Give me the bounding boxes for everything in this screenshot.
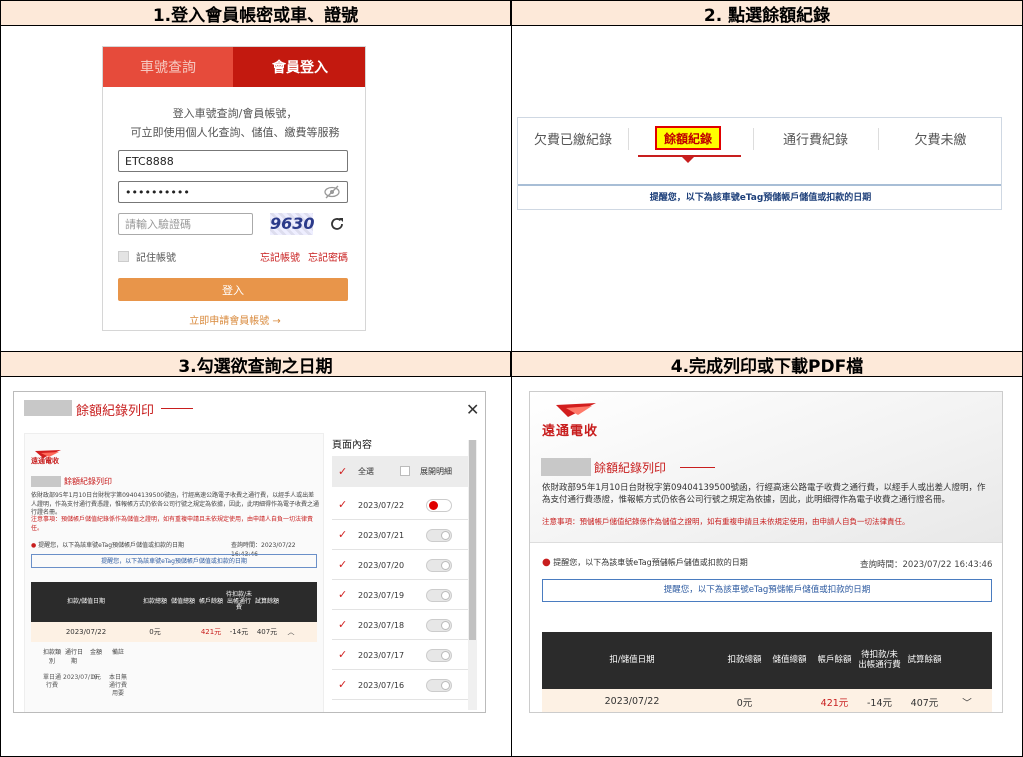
preview-blue-notice: 提醒您，以下為該車號eTag預儲帳戶儲值或扣款的日期 xyxy=(31,554,317,568)
final-table-header: 扣/儲值日期 扣款總額 儲值總額 帳戶餘額 待扣款/未出帳通行費 試算餘額 xyxy=(542,632,992,689)
chevron-up-icon[interactable]: ︿ xyxy=(281,627,301,637)
select-all-checkbox[interactable]: ✓ xyxy=(338,466,350,478)
eye-hidden-icon[interactable] xyxy=(323,185,341,202)
panel-scrollbar[interactable] xyxy=(468,440,477,710)
refresh-icon[interactable] xyxy=(329,216,345,236)
step-4-title: 4.完成列印或下載PDF檔 xyxy=(511,351,1023,377)
preview-heading: 餘額紀錄列印 xyxy=(64,477,112,486)
tab-unpaid-arrears[interactable]: 欠費未繳 xyxy=(878,118,1001,158)
preview-sub-row: 單日通行費 2023/07/19 0元 本日無通行費用要 xyxy=(42,674,127,697)
final-logo-text: 遠通電收 xyxy=(542,424,599,439)
close-icon[interactable]: ✕ xyxy=(466,400,479,419)
select-options-bar: ✓ 全選 展開明細 xyxy=(332,456,468,487)
tab-paid-arrears[interactable]: 欠費已繳紀錄 xyxy=(518,118,628,158)
records-notice: 提醒您，以下為該車號eTag預儲帳戶儲值或扣款的日期 xyxy=(649,193,872,203)
preview-table-row: 2023/07/22 0元 421元 -14元 407元 ︿ xyxy=(31,622,317,642)
expand-detail-label: 展開明細 xyxy=(420,467,452,476)
dialog-title: 餘額紀錄列印 xyxy=(76,404,155,419)
login-intro: 登入車號查詢/會員帳號， 可立即使用個人化查詢、儲值、繳費等服務 xyxy=(130,107,340,139)
step-2-title: 2. 點選餘額紀錄 xyxy=(511,0,1023,26)
company-logo-icon xyxy=(554,402,598,422)
preview-logo-text: 遠通電收 xyxy=(31,457,59,465)
select-all-label: 全選 xyxy=(358,467,374,476)
step-1-title: 1.登入會員帳密或車、證號 xyxy=(0,0,511,26)
login-card: 車號查詢 會員登入 登入車號查詢/會員帳號， 可立即使用個人化查詢、儲值、繳費等… xyxy=(102,46,366,331)
preview-table-header: 扣款/儲值日期 扣款總額 儲值總額 帳戶餘額 待扣款/未出帳通行費 試算餘額 xyxy=(31,582,317,622)
date-row-5[interactable]: ✓ 2023/07/17 xyxy=(332,640,468,670)
forgot-password-link[interactable]: 忘記密碼 xyxy=(308,249,348,264)
expand-detail-checkbox[interactable] xyxy=(400,466,410,476)
final-law-text: 依財政部95年1月10日台財稅字第09404139500號函，行經高速公路電子收… xyxy=(542,483,986,506)
active-tab-caret-icon xyxy=(682,157,694,163)
date-row-4[interactable]: ✓ 2023/07/18 xyxy=(332,610,468,640)
preview-reminder: ● 提醒您，以下為該車號eTag預儲帳戶儲值或扣款的日期 xyxy=(31,542,185,549)
final-blue-notice: 提醒您，以下為該車號eTag預儲帳戶儲值或扣款的日期 xyxy=(542,579,992,602)
alert-icon: ● xyxy=(542,557,551,568)
captcha-image: 9630 xyxy=(270,213,315,235)
tab-plate-query[interactable]: 車號查詢 xyxy=(103,47,233,87)
date-row-6[interactable]: ✓ 2023/07/16 xyxy=(332,670,468,700)
date-row-1[interactable]: ✓ 2023/07/21 xyxy=(332,520,468,550)
login-button[interactable]: 登入 xyxy=(118,278,348,301)
records-tab-bar: 欠費已繳紀錄 餘額紀錄 通行費紀錄 欠費未繳 提醒您，以下為該車號eTag預儲帳… xyxy=(517,117,1002,210)
preview-notice-note: 注意事項：預儲帳戶儲值紀錄係作為儲值之證明，如有重複申請且未依規定使用，由申請人… xyxy=(31,516,314,532)
chevron-down-icon[interactable]: ﹀ xyxy=(947,695,987,709)
tab-member-login[interactable]: 會員登入 xyxy=(233,47,365,87)
forgot-account-link[interactable]: 忘記帳號 xyxy=(260,249,300,264)
date-row-2[interactable]: ✓ 2023/07/20 xyxy=(332,550,468,580)
preview-law-text: 依財政部95年1月10日台財稅字第09404139500號函，行經高速公路電子收… xyxy=(31,492,320,517)
date-row-3[interactable]: ✓ 2023/07/19 xyxy=(332,580,468,610)
final-heading: 餘額紀錄列印 xyxy=(594,461,667,475)
panel-title: 頁面內容 xyxy=(332,440,372,451)
final-reminder: ● 提醒您，以下為該車號eTag預儲帳戶儲值或扣款的日期 xyxy=(542,557,748,568)
tab-toll-record[interactable]: 通行費紀錄 xyxy=(753,118,878,158)
redacted-block xyxy=(541,458,591,476)
final-query-time: 查詢時間：2023/07/22 16:43:46 xyxy=(860,560,993,570)
remember-label: 記住帳號 xyxy=(136,253,176,264)
date-row-0[interactable]: ✓ 2023/07/22 xyxy=(332,490,468,520)
final-document: 遠通電收 餘額紀錄列印 依財政部95年1月10日台財稅字第09404139500… xyxy=(529,391,1003,713)
date-list: ✓ 2023/07/22 ✓ 2023/07/21 ✓ 2023/07/20 ✓… xyxy=(332,490,468,712)
print-dialog: 餘額紀錄列印 ✕ 遠通電收 餘額紀錄列印 依財政部95年1月10日台財稅字第09… xyxy=(13,391,486,713)
redacted-block xyxy=(24,400,72,416)
step-3-title: 3.勾選欲查詢之日期 xyxy=(0,351,511,377)
password-input[interactable]: •••••••••• xyxy=(118,181,348,203)
tab-balance-record[interactable]: 餘額紀錄 xyxy=(655,126,721,150)
final-notice-note: 注意事項：預儲帳戶儲值紀錄係作為儲值之證明，如有重複申請且未依規定使用，由申請人… xyxy=(542,517,910,526)
remember-checkbox[interactable] xyxy=(118,251,129,262)
username-input[interactable]: ETC8888 xyxy=(118,150,348,172)
final-table-row: 2023/07/22 0元 421元 -14元 407元 ﹀ xyxy=(542,689,992,712)
print-preview: 遠通電收 餘額紀錄列印 依財政部95年1月10日台財稅字第09404139500… xyxy=(24,433,324,712)
preview-sub-header: 扣款類別 通行日期 金額 備註 xyxy=(42,649,124,665)
captcha-input[interactable]: 請輸入驗證碼 xyxy=(118,213,253,235)
register-link[interactable]: 立即申請會員帳號 → xyxy=(103,312,365,327)
